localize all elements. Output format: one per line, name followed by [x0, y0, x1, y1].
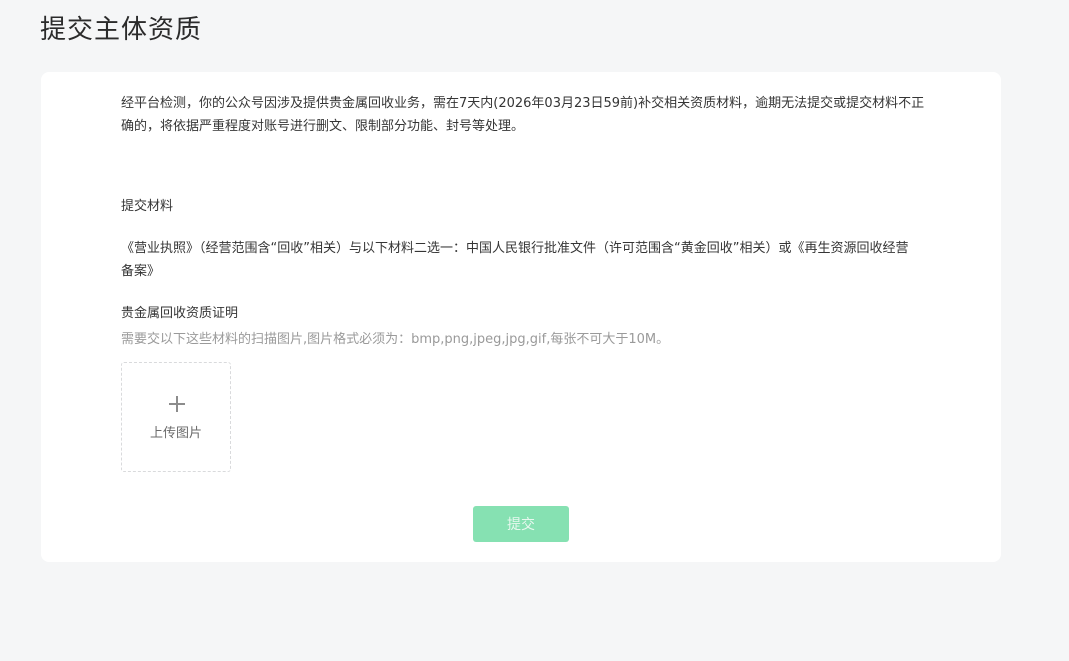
certificate-title: 贵金属回收资质证明: [121, 306, 239, 321]
qualification-form-card: 经平台检测，你的公众号因涉及提供贵金属回收业务，需在7天内(2026年03月23…: [41, 72, 1001, 562]
submit-button[interactable]: 提交: [473, 506, 569, 542]
page-title: 提交主体资质: [40, 15, 203, 45]
upload-image-button[interactable]: 上传图片: [121, 362, 231, 472]
plus-icon: [169, 396, 185, 412]
notice-text: 经平台检测，你的公众号因涉及提供贵金属回收业务，需在7天内(2026年03月23…: [121, 96, 925, 134]
certificate-hint: 需要交以下这些材料的扫描图片,图片格式必须为：bmp,png,jpeg,jpg,…: [121, 332, 670, 347]
materials-requirement-text: 《营业执照》（经营范围含“回收”相关）与以下材料二选一：中国人民银行批准文件（许…: [121, 241, 909, 279]
upload-image-label: 上传图片: [149, 426, 202, 441]
materials-section-title: 提交材料: [121, 199, 174, 214]
